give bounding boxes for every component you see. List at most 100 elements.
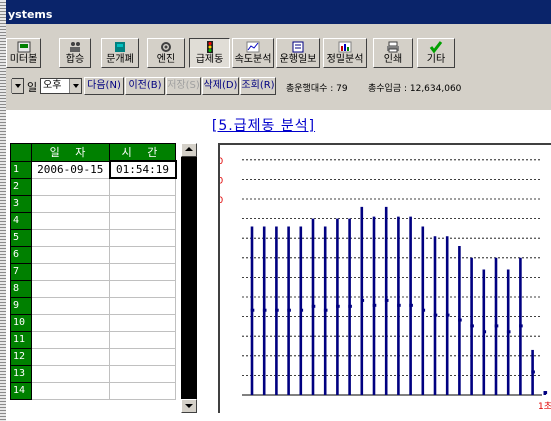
toolbar-button-etc[interactable]: 기타: [417, 38, 455, 68]
date-cell[interactable]: 2006-09-15: [31, 160, 110, 179]
date-cell[interactable]: [31, 330, 110, 349]
bar-midpoint-tick: [531, 370, 535, 374]
panel-header: [5.급제동 분석]: [6, 110, 551, 138]
grid-scrollbar[interactable]: [181, 143, 197, 413]
time-cell[interactable]: [109, 381, 176, 400]
date-cell[interactable]: [31, 194, 110, 213]
table-row[interactable]: 7: [10, 262, 176, 281]
time-cell[interactable]: [109, 211, 176, 230]
table-row[interactable]: 1 2006-09-15 01:54:19: [10, 160, 177, 179]
column-header-date[interactable]: 일 자: [31, 143, 110, 162]
table-row[interactable]: 11: [10, 330, 176, 349]
date-cell[interactable]: [31, 262, 110, 281]
bar-midpoint-tick: [397, 303, 401, 307]
date-cell[interactable]: [31, 245, 110, 264]
grid-corner: [10, 143, 32, 162]
chevron-down-icon[interactable]: [11, 79, 23, 93]
query-button[interactable]: 조회(R): [240, 77, 276, 95]
row-number: 9: [10, 296, 32, 315]
event-grid[interactable]: 일 자 시 간 1 2006-09-15 01:54:19 2 3 4 5 6 7 8 9 10 11 1…: [10, 143, 180, 413]
grid-body: 1 2006-09-15 01:54:19 2 3 4 5 6 7 8 9 10 11 12 13 14: [10, 160, 177, 400]
bar-midpoint-tick: [519, 324, 523, 328]
time-cell[interactable]: [109, 330, 176, 349]
table-row[interactable]: 14: [10, 381, 176, 400]
time-cell[interactable]: [109, 296, 176, 315]
date-cell[interactable]: [31, 228, 110, 247]
table-row[interactable]: 12: [10, 347, 176, 366]
toolbar-button-door[interactable]: 문개폐: [101, 38, 139, 68]
brake-chart: 01020304050607080901001101201초: [206, 143, 551, 413]
delete-button[interactable]: 삭제(D): [202, 77, 239, 95]
bar-midpoint-tick: [250, 308, 255, 312]
bar-midpoint-tick: [494, 324, 499, 328]
checkmark-icon: [429, 41, 443, 53]
control-bar: 일 오후 다음(N) 이전(B) 저장(S) 삭제(D) 조회(R) 총운행대수…: [6, 76, 551, 96]
date-cell[interactable]: [31, 347, 110, 366]
day-label: 일: [27, 81, 38, 94]
column-header-time[interactable]: 시 간: [109, 143, 176, 162]
toolbar-button-detail-analysis[interactable]: 정밀분석: [323, 38, 367, 68]
toolbar-button-daily-report[interactable]: 운행일보: [276, 38, 320, 68]
table-row[interactable]: 4: [10, 211, 176, 230]
table-row[interactable]: 8: [10, 279, 176, 298]
ampm-select[interactable]: 오후: [40, 78, 82, 94]
bar-midpoint-tick: [409, 303, 413, 307]
time-cell[interactable]: [109, 279, 176, 298]
chevron-down-icon[interactable]: [69, 79, 81, 93]
table-row[interactable]: 13: [10, 364, 176, 383]
bar-midpoint-tick: [287, 308, 291, 312]
time-cell[interactable]: [109, 313, 176, 332]
time-cell[interactable]: [109, 177, 176, 196]
date-cell[interactable]: [31, 279, 110, 298]
toolbar-button-engine[interactable]: 엔진: [147, 38, 185, 68]
next-button[interactable]: 다음(N): [84, 77, 124, 95]
meter-icon: [17, 41, 30, 53]
time-cell[interactable]: [109, 228, 176, 247]
row-number: 13: [10, 364, 32, 383]
time-cell[interactable]: [109, 364, 176, 383]
table-row[interactable]: 2: [10, 177, 176, 196]
row-number: 10: [10, 313, 32, 332]
total-income-text: 총수입금 : 12,634,060: [368, 84, 462, 94]
time-cell[interactable]: 01:54:19: [108, 160, 177, 179]
day-dropdown[interactable]: [11, 78, 24, 94]
date-cell[interactable]: [31, 313, 110, 332]
engine-icon: [161, 42, 171, 52]
toolbar-button-passengers[interactable]: 합승: [59, 38, 91, 68]
toolbar-button-hard-brake[interactable]: 급제동: [189, 38, 230, 68]
date-cell[interactable]: [31, 364, 110, 383]
bar-midpoint-tick: [470, 324, 474, 328]
toolbar-button-speed-analysis[interactable]: 속도분석: [232, 38, 274, 68]
toolbar-button-meter[interactable]: 미터볼: [6, 38, 41, 68]
traffic-light-icon: [206, 41, 213, 53]
bar-midpoint-tick: [506, 330, 511, 334]
date-cell[interactable]: [31, 296, 110, 315]
toolbar-button-print[interactable]: 인쇄: [373, 38, 413, 68]
row-number: 5: [10, 228, 32, 247]
date-cell[interactable]: [31, 381, 110, 400]
table-row[interactable]: 3: [10, 194, 176, 213]
row-number: 3: [10, 194, 32, 213]
row-number: 6: [10, 245, 32, 264]
row-number: 11: [10, 330, 32, 349]
time-cell[interactable]: [109, 194, 176, 213]
scroll-up-button[interactable]: [181, 143, 197, 157]
save-button[interactable]: 저장(S): [166, 77, 201, 95]
time-cell[interactable]: [109, 347, 176, 366]
date-cell[interactable]: [31, 177, 110, 196]
table-row[interactable]: 10: [10, 313, 176, 332]
scroll-down-button[interactable]: [181, 399, 197, 413]
time-cell[interactable]: [109, 245, 176, 264]
time-cell[interactable]: [109, 262, 176, 281]
table-row[interactable]: 9: [10, 296, 176, 315]
brake-chart-svg: 01020304050607080901001101201초: [206, 157, 551, 412]
prev-button[interactable]: 이전(B): [125, 77, 165, 95]
bar-midpoint-tick: [433, 313, 438, 317]
main-toolbar: 미터볼 합승 문개폐 엔진 급제동 속도분석 운행일보 정밀분석 인쇄 기타: [6, 38, 551, 72]
bar-midpoint-tick: [262, 308, 267, 312]
daily-report-icon: [292, 41, 304, 53]
table-row[interactable]: 5: [10, 228, 176, 247]
date-cell[interactable]: [31, 211, 110, 230]
title-bar: ystems: [6, 0, 551, 24]
table-row[interactable]: 6: [10, 245, 176, 264]
